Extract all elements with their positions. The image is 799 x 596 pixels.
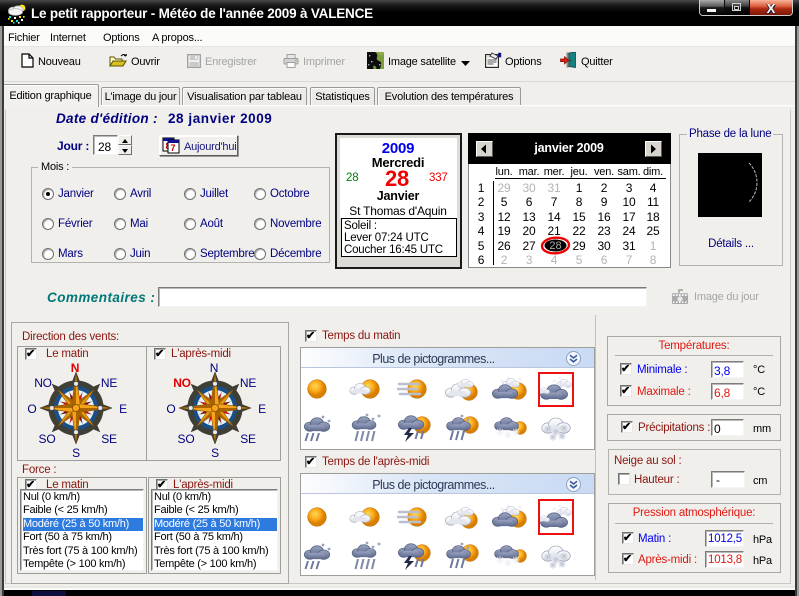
svg-text:28: 28 <box>549 240 561 252</box>
svg-text:7: 7 <box>171 143 176 153</box>
